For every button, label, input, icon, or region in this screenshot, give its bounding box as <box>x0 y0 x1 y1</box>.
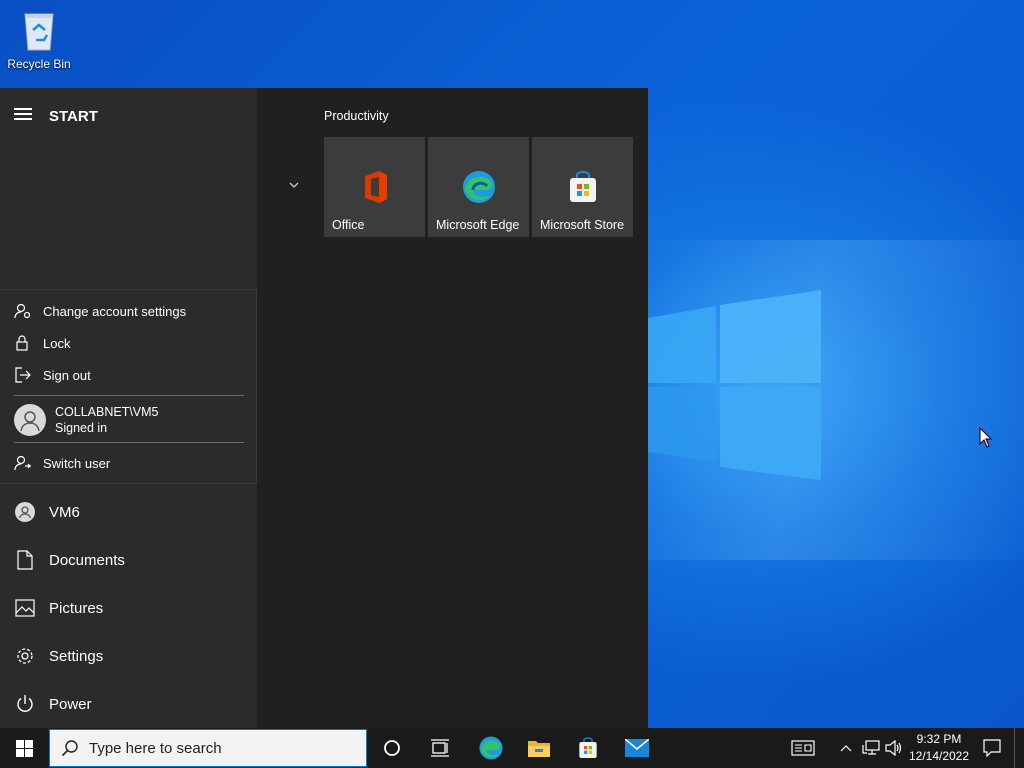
fly-item-label: Change account settings <box>43 303 187 319</box>
tile-microsoft-store[interactable]: Microsoft Store <box>532 137 633 237</box>
sign-out-icon <box>15 367 31 383</box>
rail-item-label: Settings <box>49 647 104 665</box>
taskbar-edge-button[interactable] <box>470 728 512 768</box>
document-icon <box>14 549 36 571</box>
mouse-cursor-icon <box>979 427 993 448</box>
clock[interactable]: 9:32 PM 12/14/2022 <box>904 731 974 765</box>
expand-menu-button[interactable] <box>14 105 32 123</box>
clock-time: 9:32 PM <box>916 732 962 746</box>
tile-microsoft-edge[interactable]: Microsoft Edge <box>428 137 529 237</box>
start-menu: START Change account settings Lock Sign … <box>0 88 648 728</box>
start-button[interactable] <box>0 728 48 768</box>
news-button[interactable] <box>786 728 820 768</box>
rail-item-label: Documents <box>49 551 125 569</box>
edge-icon <box>479 736 503 760</box>
show-desktop-button[interactable] <box>1014 728 1024 768</box>
cortana-icon <box>384 740 400 756</box>
volume-button[interactable] <box>883 728 905 768</box>
fly-item-label: Switch user <box>43 455 111 471</box>
divider <box>14 442 244 443</box>
rail-item-power[interactable]: Power <box>14 690 92 718</box>
power-icon <box>14 693 36 715</box>
sign-out-item[interactable]: Sign out <box>14 364 91 386</box>
start-rail: START Change account settings Lock Sign … <box>0 88 257 728</box>
account-flyout: Change account settings Lock Sign out CO… <box>0 289 257 484</box>
fly-item-label: Lock <box>43 335 71 351</box>
fly-item-label: Sign out <box>43 367 91 383</box>
store-icon <box>569 171 596 202</box>
rail-item-documents[interactable]: Documents <box>14 546 125 574</box>
mail-icon <box>625 739 649 757</box>
file-explorer-icon <box>528 741 550 757</box>
tile-label: Microsoft Edge <box>436 218 520 232</box>
chevron-up-icon <box>840 745 852 752</box>
taskbar: Type here to search 9:32 PM 12/14/2022 <box>0 728 1024 768</box>
rail-item-label: Pictures <box>49 599 104 617</box>
pictures-icon <box>14 597 36 619</box>
taskbar-mail-button[interactable] <box>616 728 658 768</box>
network-icon <box>862 740 880 755</box>
user-name: COLLABNET\VM5 <box>55 405 159 419</box>
clock-date: 12/14/2022 <box>908 749 970 763</box>
tile-office[interactable]: Office <box>324 137 425 237</box>
divider <box>14 395 244 396</box>
recycle-bin-desktop-icon[interactable]: Recycle Bin <box>6 6 72 71</box>
start-title: START <box>49 108 98 125</box>
recycle-bin-label: Recycle Bin <box>7 57 71 71</box>
search-icon <box>61 740 78 757</box>
search-input[interactable]: Type here to search <box>49 729 367 767</box>
switch-user-item[interactable]: Switch user <box>14 452 110 474</box>
search-placeholder: Type here to search <box>89 739 222 757</box>
show-hidden-icons-button[interactable] <box>836 728 856 768</box>
volume-icon <box>885 740 902 756</box>
avatar <box>14 404 46 436</box>
tile-group-label[interactable]: Productivity <box>324 109 389 123</box>
windows-icon <box>15 739 33 757</box>
current-user[interactable]: COLLABNET\VM5 Signed in <box>14 404 159 436</box>
user-avatar-icon <box>14 501 36 523</box>
rail-item-settings[interactable]: Settings <box>14 642 103 670</box>
task-view-button[interactable] <box>420 728 460 768</box>
hamburger-icon <box>14 105 32 123</box>
account-settings-icon <box>14 303 31 319</box>
cortana-button[interactable] <box>372 728 412 768</box>
chevron-down-icon[interactable] <box>287 178 301 192</box>
tile-label: Office <box>332 218 365 232</box>
rail-item-label: VM6 <box>49 503 80 521</box>
office-icon <box>364 171 387 203</box>
task-view-icon <box>431 739 449 757</box>
gear-icon <box>14 645 36 667</box>
lock-item[interactable]: Lock <box>14 332 70 354</box>
taskbar-file-explorer-button[interactable] <box>518 728 560 768</box>
recycle-bin-icon <box>24 13 54 51</box>
store-icon <box>579 737 597 758</box>
rail-item-user[interactable]: VM6 <box>14 498 80 526</box>
notification-icon <box>983 739 1001 757</box>
change-account-settings-item[interactable]: Change account settings <box>14 300 186 322</box>
tile-label: Microsoft Store <box>540 218 625 232</box>
switch-user-icon <box>14 455 31 471</box>
rail-item-pictures[interactable]: Pictures <box>14 594 103 622</box>
network-button[interactable] <box>860 728 882 768</box>
windows-logo-wallpaper <box>648 290 821 480</box>
rail-item-label: Power <box>49 695 92 713</box>
edge-icon <box>462 171 495 203</box>
news-icon <box>791 740 815 756</box>
taskbar-store-button[interactable] <box>567 728 609 768</box>
user-status: Signed in <box>55 421 108 435</box>
action-center-button[interactable] <box>978 728 1006 768</box>
lock-icon <box>16 335 28 351</box>
